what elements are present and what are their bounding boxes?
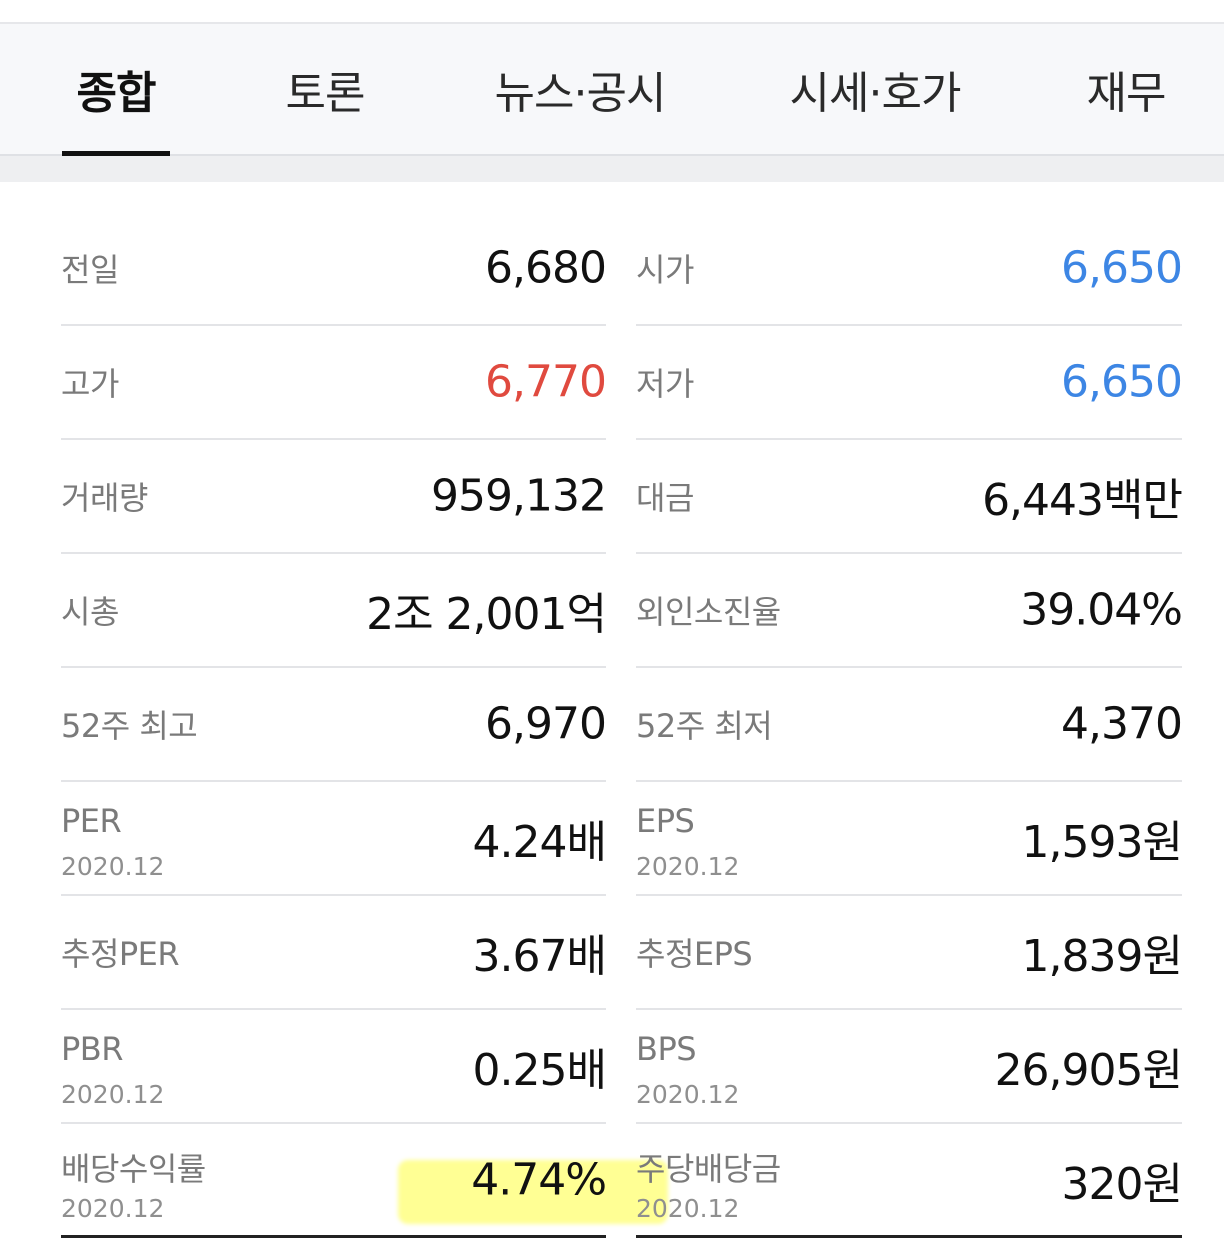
stat-value: 0.25배 bbox=[472, 1045, 607, 1096]
stat-label: EPS bbox=[636, 802, 695, 840]
stat-label: 주당배당금 bbox=[636, 1150, 781, 1188]
stat-label: 외인소진율 bbox=[636, 593, 781, 631]
stat-value: 4.24배 bbox=[472, 817, 607, 868]
stat-value: 3.67배 bbox=[472, 931, 607, 982]
row-foreign-ownership: 외인소진율 39.04% bbox=[636, 554, 1183, 668]
stat-label: 시총 bbox=[61, 593, 119, 631]
stat-label: 시가 bbox=[636, 251, 694, 289]
stat-label: 거래량 bbox=[61, 479, 148, 517]
row-previous-close: 전일 6,680 bbox=[61, 212, 607, 326]
stat-value: 6,770 bbox=[485, 356, 607, 408]
row-low: 저가 6,650 bbox=[636, 326, 1183, 440]
row-estimated-per: 추정PER 3.67배 bbox=[61, 896, 607, 1010]
stat-value: 1,839원 bbox=[1021, 931, 1183, 982]
tab-news-label: 뉴스·공시 bbox=[494, 68, 667, 119]
row-high: 고가 6,770 bbox=[61, 326, 607, 440]
row-open: 시가 6,650 bbox=[636, 212, 1183, 326]
row-dividend-per-share: 주당배당금 2020.12 320원 bbox=[636, 1124, 1183, 1238]
tab-discussion[interactable]: 토론 bbox=[270, 24, 380, 154]
tab-quotes-label: 시세·호가 bbox=[789, 68, 962, 119]
top-edge bbox=[0, 0, 1224, 24]
stat-value: 959,132 bbox=[431, 470, 607, 522]
row-volume: 거래량 959,132 bbox=[61, 440, 607, 554]
stat-value: 1,593원 bbox=[1021, 817, 1183, 868]
stat-value: 4,370 bbox=[1061, 698, 1183, 750]
stat-value: 6,970 bbox=[485, 698, 607, 750]
tab-financials-label: 재무 bbox=[1086, 68, 1167, 119]
stat-value: 6,650 bbox=[1061, 242, 1183, 294]
row-pbr: PBR 2020.12 0.25배 bbox=[61, 1010, 607, 1124]
row-bps: BPS 2020.12 26,905원 bbox=[636, 1010, 1183, 1124]
tab-bar: 종합 토론 뉴스·공시 시세·호가 재무 bbox=[0, 24, 1224, 156]
stat-date: 2020.12 bbox=[61, 1080, 165, 1109]
section-divider bbox=[0, 156, 1224, 182]
stat-value: 6,680 bbox=[485, 242, 607, 294]
stat-value: 4.74% bbox=[471, 1154, 607, 1205]
stat-label: 배당수익률 bbox=[61, 1150, 206, 1188]
stat-label: 52주 최저 bbox=[636, 707, 773, 745]
stat-label: BPS bbox=[636, 1030, 697, 1068]
stat-label: 저가 bbox=[636, 365, 694, 403]
stat-date: 2020.12 bbox=[61, 1194, 165, 1223]
stat-label: PBR bbox=[61, 1030, 123, 1068]
stat-value: 320원 bbox=[1061, 1158, 1183, 1210]
stat-date: 2020.12 bbox=[636, 1080, 740, 1109]
row-52week-high: 52주 최고 6,970 bbox=[61, 668, 607, 782]
stat-value: 2조 2,001억 bbox=[366, 589, 607, 640]
stat-label: 전일 bbox=[61, 251, 119, 289]
stat-date: 2020.12 bbox=[636, 852, 740, 881]
stat-label: PER bbox=[61, 802, 122, 840]
row-market-cap: 시총 2조 2,001억 bbox=[61, 554, 607, 668]
stat-label: 고가 bbox=[61, 365, 119, 403]
tab-summary[interactable]: 종합 bbox=[62, 24, 170, 156]
tab-financials[interactable]: 재무 bbox=[1070, 24, 1182, 154]
tab-discussion-label: 토론 bbox=[285, 68, 366, 119]
row-trade-amount: 대금 6,443백만 bbox=[636, 440, 1183, 554]
row-per: PER 2020.12 4.24배 bbox=[61, 782, 607, 896]
stat-label: 추정PER bbox=[61, 935, 180, 973]
tab-news[interactable]: 뉴스·공시 bbox=[480, 24, 680, 154]
tab-quotes[interactable]: 시세·호가 bbox=[775, 24, 975, 154]
stat-date: 2020.12 bbox=[636, 1194, 740, 1223]
row-52week-low: 52주 최저 4,370 bbox=[636, 668, 1183, 782]
stat-label: 추정EPS bbox=[636, 935, 753, 973]
stat-value: 6,650 bbox=[1061, 356, 1183, 408]
stat-value: 6,443백만 bbox=[982, 475, 1183, 526]
stat-value: 26,905원 bbox=[994, 1045, 1183, 1096]
row-eps: EPS 2020.12 1,593원 bbox=[636, 782, 1183, 896]
stat-label: 52주 최고 bbox=[61, 707, 198, 745]
row-dividend-yield: 배당수익률 2020.12 4.74% bbox=[61, 1124, 607, 1238]
tab-summary-label: 종합 bbox=[76, 68, 157, 119]
stat-value: 39.04% bbox=[1020, 584, 1183, 636]
stat-label: 대금 bbox=[636, 479, 694, 517]
row-estimated-eps: 추정EPS 1,839원 bbox=[636, 896, 1183, 1010]
stat-date: 2020.12 bbox=[61, 852, 165, 881]
